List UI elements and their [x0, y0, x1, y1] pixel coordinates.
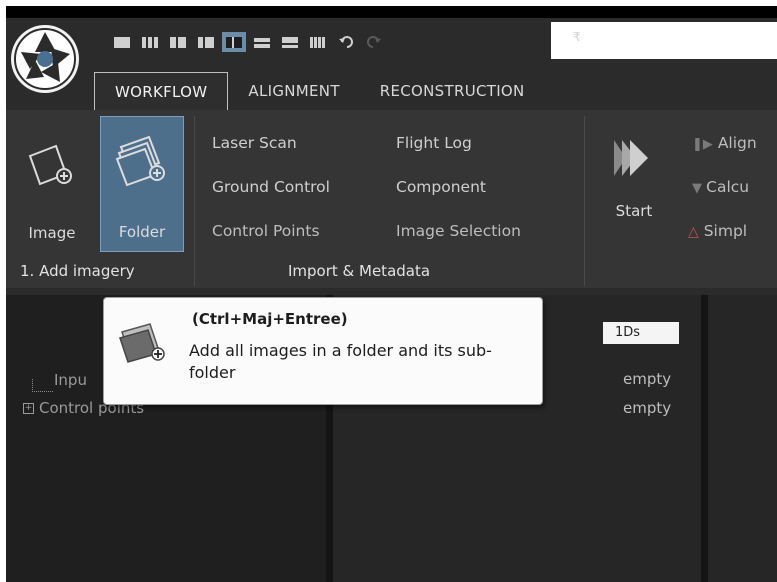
quick-access-toolbar [110, 32, 386, 52]
group-separator [194, 116, 195, 286]
add-imagery-group-label: 1. Add imagery [20, 262, 135, 280]
simplify-label: Simpl [703, 222, 748, 240]
window-top-edge [6, 6, 777, 18]
customize-toolbar-icon[interactable]: ₹ [573, 30, 581, 44]
start-button[interactable]: Start [598, 124, 670, 234]
panel-splitter[interactable] [701, 295, 708, 582]
image-selection-button[interactable]: Image Selection [396, 222, 521, 240]
add-image-button[interactable]: Image [10, 116, 94, 252]
app-window: ₹ WORKFLOW ALIGNMENT RECONSTRUCTION Imag… [6, 6, 777, 582]
layout-4-icon[interactable] [194, 32, 218, 52]
calculate-label: Calcu [706, 178, 750, 196]
ribbon-tabs: WORKFLOW ALIGNMENT RECONSTRUCTION [94, 72, 545, 112]
align-button[interactable]: ❚▶ Align [692, 134, 757, 152]
group-separator [584, 116, 585, 286]
expand-icon[interactable]: + [23, 403, 34, 414]
tree-item-inputs[interactable]: Inpu [54, 371, 87, 389]
ground-control-button[interactable]: Ground Control [212, 178, 330, 196]
start-icon [614, 140, 648, 176]
folder-tooltip: (Ctrl+Maj+Entree) Add all images in a fo… [103, 297, 543, 405]
undo-icon[interactable] [334, 32, 358, 52]
side-panel [708, 295, 777, 582]
tab-alignment[interactable]: ALIGNMENT [228, 72, 359, 110]
tooltip-shortcut: (Ctrl+Maj+Entree) [192, 310, 348, 328]
folder-add-icon [119, 323, 165, 363]
filter-icon: ▼ [692, 181, 707, 196]
laser-scan-button[interactable]: Laser Scan [212, 134, 297, 152]
simplify-button[interactable]: △ Simpl [688, 222, 747, 240]
component-button[interactable]: Component [396, 178, 486, 196]
add-folder-button[interactable]: Folder [100, 116, 184, 252]
tooltip-description: Add all images in a folder and its sub-f… [189, 341, 492, 382]
image-button-label: Image [28, 224, 76, 242]
tab-workflow[interactable]: WORKFLOW [94, 72, 229, 111]
layout-8-icon[interactable] [306, 32, 330, 52]
import-metadata-group-label: Import & Metadata [288, 262, 431, 280]
align-label: Align [717, 134, 757, 152]
layout-5-icon[interactable] [222, 32, 246, 52]
layout-1-icon[interactable] [110, 32, 134, 52]
image-add-icon [28, 144, 72, 186]
ds-header: 1Ds [603, 322, 679, 344]
control-points-button[interactable]: Control Points [212, 222, 320, 240]
layout-7-icon[interactable] [278, 32, 302, 52]
align-icon: ❚▶ [692, 137, 713, 152]
folder-button-label: Folder [118, 223, 166, 241]
calculate-button[interactable]: ▼ Calcu [692, 178, 749, 196]
tab-reconstruction[interactable]: RECONSTRUCTION [360, 72, 545, 110]
layout-3-icon[interactable] [166, 32, 190, 52]
tree-connector [32, 379, 53, 392]
app-logo-icon[interactable] [8, 22, 82, 96]
flight-log-button[interactable]: Flight Log [396, 134, 472, 152]
ribbon: Image Folder 1. Add imagery Laser Scan G… [6, 110, 777, 288]
layout-6-icon[interactable] [250, 32, 274, 52]
value-empty: empty [623, 399, 672, 417]
title-area [551, 22, 777, 59]
start-button-label: Start [615, 202, 653, 220]
simplify-icon: △ [688, 224, 699, 240]
redo-icon[interactable] [362, 32, 386, 52]
layout-2-icon[interactable] [138, 32, 162, 52]
value-empty: empty [623, 370, 672, 388]
folder-add-icon [115, 135, 165, 187]
